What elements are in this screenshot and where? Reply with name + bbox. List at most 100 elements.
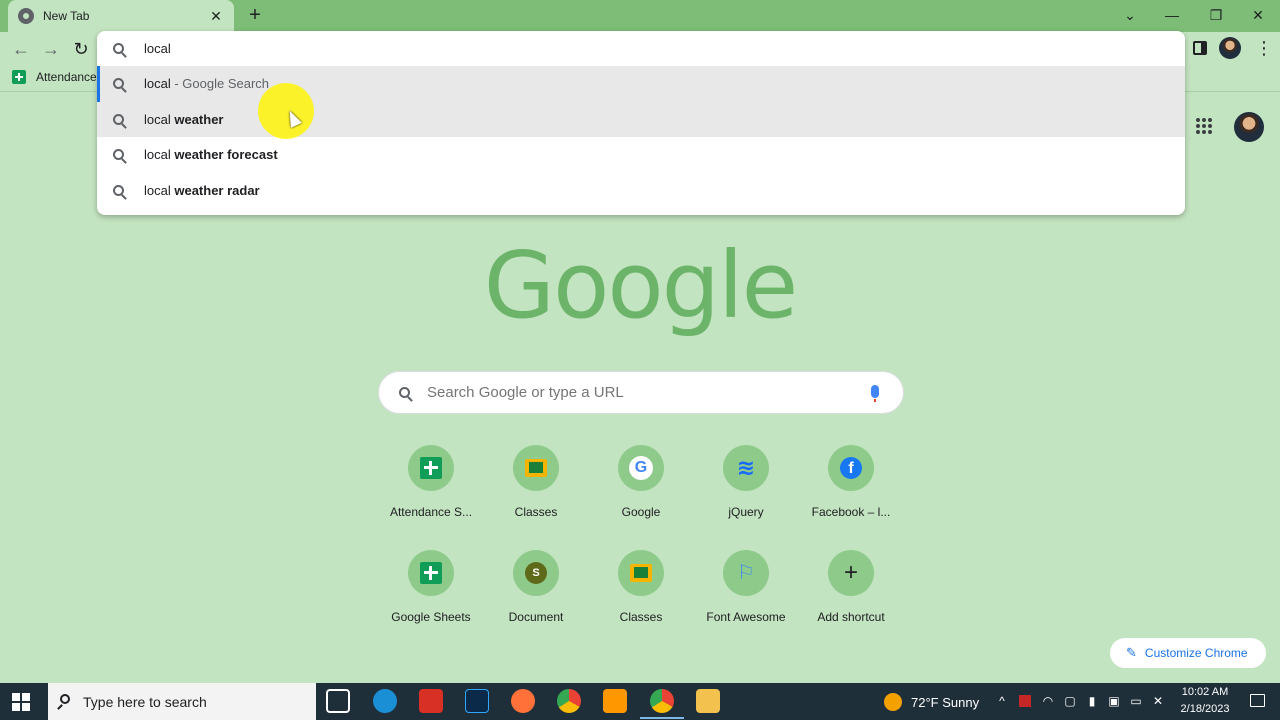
shortcut-tile bbox=[618, 550, 664, 596]
screen-icon[interactable]: ▣ bbox=[1108, 695, 1120, 707]
suggestion-text: local weather forecast bbox=[144, 147, 278, 163]
suggestion-google-search[interactable]: local - Google Search bbox=[97, 66, 1185, 102]
document-icon: S bbox=[525, 562, 547, 584]
shortcut-label: Font Awesome bbox=[706, 610, 786, 624]
minimize-button[interactable]: — bbox=[1152, 4, 1192, 26]
new-tab-button[interactable]: + bbox=[244, 4, 266, 26]
shortcut-tile bbox=[513, 445, 559, 491]
windows-start-icon[interactable] bbox=[12, 693, 30, 711]
facebook-icon: f bbox=[840, 457, 862, 479]
tab-close-icon[interactable]: ✕ bbox=[208, 8, 224, 25]
google-apps-icon[interactable] bbox=[1196, 118, 1212, 134]
side-panel-icon[interactable] bbox=[1193, 41, 1207, 55]
shortcut-jquery[interactable]: ≋ jQuery bbox=[690, 445, 802, 545]
tab-new-tab[interactable]: New Tab ✕ bbox=[8, 0, 234, 32]
search-icon bbox=[113, 113, 124, 125]
omnibox-input-row[interactable]: local bbox=[97, 31, 1185, 66]
network-icon[interactable]: ◠ bbox=[1042, 695, 1054, 707]
shortcut-tile: ⚐ bbox=[723, 550, 769, 596]
flag-icon: ⚐ bbox=[737, 562, 755, 584]
app-red-icon[interactable] bbox=[419, 689, 443, 713]
shortcut-label: Facebook – l... bbox=[811, 505, 891, 519]
microphone-icon[interactable] bbox=[871, 385, 879, 402]
sheets-icon bbox=[12, 70, 26, 84]
photoshop-icon[interactable] bbox=[465, 689, 489, 713]
shortcut-font-awesome[interactable]: ⚐ Font Awesome bbox=[690, 550, 802, 650]
search-box[interactable] bbox=[378, 371, 904, 414]
omnibox-input[interactable]: local bbox=[144, 41, 171, 56]
suggestion-local-weather-forecast[interactable]: local weather forecast bbox=[97, 137, 1185, 173]
shortcut-label: Attendance S... bbox=[389, 505, 473, 519]
bookmark-attendance[interactable]: Attendance bbox=[12, 70, 97, 84]
chrome-active-icon[interactable] bbox=[640, 689, 684, 719]
back-button[interactable]: ← bbox=[10, 38, 32, 60]
title-bar: New Tab ✕ + ⌄ — ❐ ✕ bbox=[0, 0, 1280, 32]
restore-button[interactable]: ❐ bbox=[1196, 4, 1236, 26]
profile-avatar[interactable] bbox=[1219, 37, 1241, 59]
firefox-icon[interactable] bbox=[511, 689, 535, 713]
windows-taskbar: Type here to search 72°F Sunny ^ ◠ ▢ ▮ ▣… bbox=[0, 683, 1280, 720]
shortcut-google[interactable]: G Google bbox=[585, 445, 697, 545]
pencil-icon: ✎ bbox=[1126, 645, 1137, 660]
chrome-icon[interactable] bbox=[557, 689, 581, 713]
shortcut-label: Add shortcut bbox=[817, 610, 885, 624]
search-icon bbox=[113, 149, 124, 161]
shortcut-tile: ≋ bbox=[723, 445, 769, 491]
shortcut-document[interactable]: S Document bbox=[480, 550, 592, 650]
classroom-icon bbox=[525, 459, 547, 477]
microphone-tray-icon[interactable]: ▮ bbox=[1086, 695, 1098, 707]
add-shortcut-button[interactable]: + Add shortcut bbox=[795, 550, 907, 650]
close-window-button[interactable]: ✕ bbox=[1238, 4, 1278, 26]
chrome-menu-icon[interactable]: ⋮ bbox=[1255, 38, 1273, 58]
tab-search-chevron-icon[interactable]: ⌄ bbox=[1110, 4, 1150, 26]
suggestion-local-weather-radar[interactable]: local weather radar bbox=[97, 173, 1185, 209]
sheets-icon bbox=[420, 562, 442, 584]
tray-chevron-icon[interactable]: ^ bbox=[996, 695, 1008, 707]
notification-icon[interactable] bbox=[1250, 694, 1265, 707]
suggestion-text: local - Google Search bbox=[144, 76, 270, 92]
search-input[interactable] bbox=[427, 384, 847, 401]
search-icon bbox=[113, 78, 124, 90]
weather-text[interactable]: 72°F Sunny bbox=[911, 695, 979, 710]
taskbar-search-text: Type here to search bbox=[83, 693, 207, 710]
customize-chrome-label: Customize Chrome bbox=[1144, 646, 1248, 660]
shortcut-classes-2[interactable]: Classes bbox=[585, 550, 697, 650]
edge-icon[interactable] bbox=[373, 689, 397, 713]
search-icon bbox=[113, 43, 124, 54]
google-icon: G bbox=[629, 456, 653, 480]
shortcut-attendance[interactable]: Attendance S... bbox=[375, 445, 487, 545]
reload-button[interactable]: ↻ bbox=[70, 38, 92, 60]
jquery-icon: ≋ bbox=[736, 455, 756, 480]
sun-icon[interactable] bbox=[884, 693, 902, 711]
forward-button[interactable]: → bbox=[40, 38, 62, 60]
shortcut-label: Google bbox=[621, 505, 661, 519]
shortcut-tile: G bbox=[618, 445, 664, 491]
battery-icon[interactable]: ▭ bbox=[1130, 695, 1142, 707]
shortcut-tile: S bbox=[513, 550, 559, 596]
google-account-avatar[interactable] bbox=[1234, 112, 1264, 142]
taskbar-search-box[interactable]: Type here to search bbox=[48, 683, 316, 720]
google-logo: Google bbox=[483, 232, 798, 339]
sublime-text-icon[interactable] bbox=[603, 689, 627, 713]
meet-icon[interactable]: ▢ bbox=[1064, 695, 1076, 707]
shortcut-facebook[interactable]: f Facebook – l... bbox=[795, 445, 907, 545]
search-icon bbox=[60, 694, 70, 704]
bookmark-label: Attendance bbox=[36, 70, 97, 84]
shortcut-google-sheets[interactable]: Google Sheets bbox=[375, 550, 487, 650]
clock-time[interactable]: 10:02 AM bbox=[1177, 686, 1233, 698]
tray-app-icon[interactable] bbox=[1019, 695, 1031, 707]
customize-chrome-button[interactable]: ✎ Customize Chrome bbox=[1110, 638, 1266, 668]
sheets-icon bbox=[420, 457, 442, 479]
task-view-icon[interactable] bbox=[326, 689, 350, 713]
shortcut-label: Document bbox=[508, 610, 564, 624]
system-tray: 72°F Sunny ^ ◠ ▢ ▮ ▣ ▭ ✕ 10:02 AM 2/18/2… bbox=[880, 683, 1280, 720]
shortcut-label: jQuery bbox=[728, 505, 764, 519]
file-explorer-icon[interactable] bbox=[696, 689, 720, 713]
clock-date[interactable]: 2/18/2023 bbox=[1177, 703, 1233, 715]
shortcut-label: Google Sheets bbox=[391, 610, 471, 624]
suggestion-text: local weather radar bbox=[144, 182, 260, 198]
volume-muted-icon[interactable]: ✕ bbox=[1152, 695, 1164, 707]
shortcut-tile bbox=[408, 445, 454, 491]
shortcut-classes[interactable]: Classes bbox=[480, 445, 592, 545]
search-icon bbox=[113, 184, 124, 196]
